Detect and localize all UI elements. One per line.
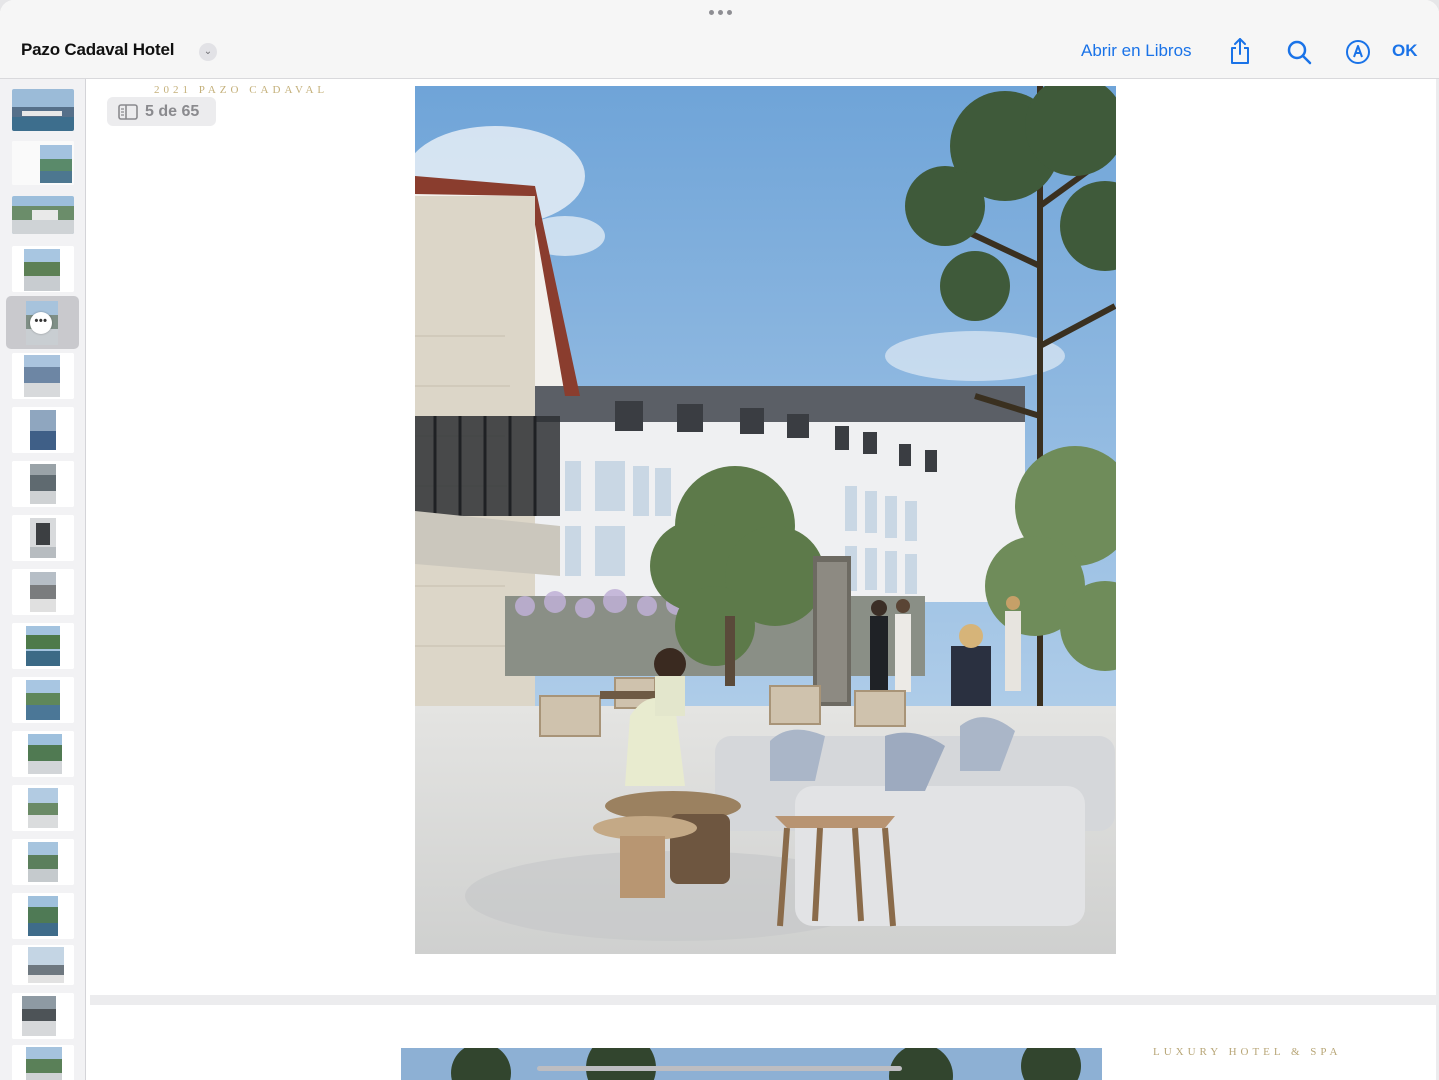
chevron-down-icon[interactable]: ⌄ (199, 43, 217, 61)
page-thumbnail-18[interactable] (12, 993, 74, 1039)
next-page-photo (401, 1048, 1102, 1080)
toolbar: Pazo Cadaval Hotel ⌄ Abrir en Libros OK (0, 0, 1439, 79)
sidebar-icon (118, 103, 138, 120)
page-thumbnail-7[interactable] (12, 407, 74, 453)
page-thumbnail-11[interactable] (12, 623, 74, 669)
page-thumbnail-15[interactable] (12, 839, 74, 885)
page-thumbnail-3[interactable] (12, 196, 74, 234)
next-page-header-text: LUXURY HOTEL & SPA (1153, 1046, 1342, 1058)
document-scroll-area[interactable]: 2021 PAZO CADAVAL 5 de 65 LUXURY HOTEL &… (90, 79, 1439, 1080)
page-indicator: 5 de 65 (107, 97, 216, 126)
page-thumbnail-1[interactable] (12, 89, 74, 131)
page-thumbnail-9[interactable] (12, 515, 74, 561)
page-thumbnail-6[interactable] (12, 353, 74, 399)
markup-pen-icon[interactable] (1343, 37, 1373, 67)
search-icon[interactable] (1284, 37, 1314, 67)
pdf-page-5: 2021 PAZO CADAVAL 5 de 65 (90, 79, 1436, 995)
page-thumbnail-10[interactable] (12, 569, 74, 615)
home-indicator[interactable] (537, 1066, 902, 1071)
thumbnail-sidebar[interactable]: ••• (0, 79, 86, 1080)
share-icon[interactable] (1225, 36, 1255, 66)
document-title[interactable]: Pazo Cadaval Hotel (21, 40, 174, 60)
open-in-books-button[interactable]: Abrir en Libros (1081, 41, 1192, 61)
ok-button[interactable]: OK (1392, 41, 1418, 61)
page-thumbnail-17[interactable] (12, 945, 74, 985)
page-thumbnail-13[interactable] (12, 731, 74, 777)
page-thumbnail-16[interactable] (12, 893, 74, 939)
page-thumbnail-14[interactable] (12, 785, 74, 831)
page-thumbnail-4[interactable] (12, 246, 74, 292)
more-dots-icon[interactable] (707, 8, 733, 16)
page-thumbnail-19[interactable] (12, 1045, 74, 1080)
hotel-courtyard-render (415, 86, 1116, 954)
page-thumbnail-8[interactable] (12, 461, 74, 507)
ellipsis-icon[interactable]: ••• (30, 312, 52, 334)
pdf-viewer-window: Pazo Cadaval Hotel ⌄ Abrir en Libros OK (0, 0, 1439, 1080)
page-thumbnail-12[interactable] (12, 677, 74, 723)
page-indicator-label: 5 de 65 (145, 102, 200, 120)
page-header-text: 2021 PAZO CADAVAL (154, 84, 329, 96)
page-thumbnail-2[interactable] (12, 141, 74, 185)
